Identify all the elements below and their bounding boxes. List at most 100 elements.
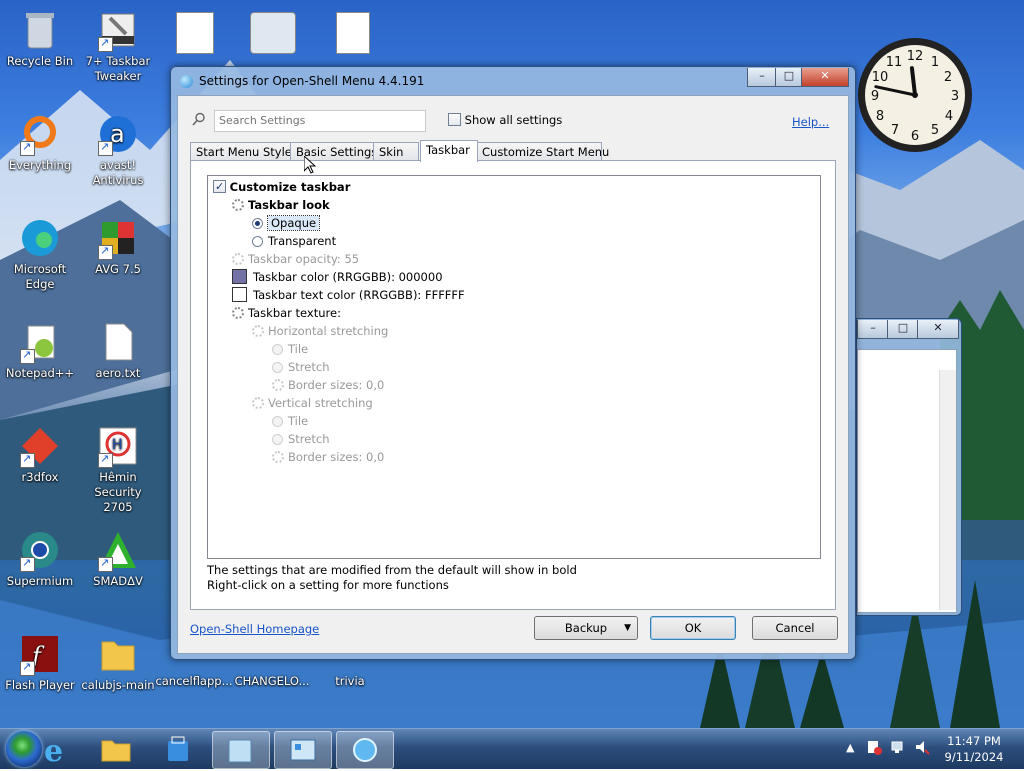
license-file-icon[interactable] <box>336 12 370 54</box>
tree-item-h-stretch[interactable]: Stretch <box>272 358 329 376</box>
radio-icon[interactable] <box>252 236 263 247</box>
desktop-icon-calubjs-main[interactable]: calubjs-main <box>78 632 158 693</box>
recycle-bin-icon <box>18 8 62 52</box>
radio-icon[interactable] <box>272 344 283 355</box>
tree-item-taskbar-texture[interactable]: Taskbar texture: <box>232 304 341 322</box>
settings-app-icon[interactable] <box>250 12 296 54</box>
desktop-icon-notepadpp[interactable]: Notepad++ <box>0 320 80 381</box>
search-input[interactable] <box>215 111 423 129</box>
desktop-icon-changelog[interactable]: CHANGELO... <box>232 674 312 689</box>
desktop-icon-label: Supermium <box>6 574 74 588</box>
bg-window-scrollbar[interactable] <box>939 370 956 610</box>
notepadpp-icon <box>18 320 62 364</box>
radio-icon[interactable] <box>272 416 283 427</box>
tree-item-opaque[interactable]: Opaque <box>252 214 321 232</box>
desktop-icon-label: calubjs-main <box>81 678 155 692</box>
radio-icon[interactable] <box>252 218 263 229</box>
taskbar-ie-button[interactable]: e <box>38 731 76 769</box>
desktop-icon-hemin[interactable]: H Hêmin Security 2705 <box>78 424 158 515</box>
tree-item-label: Border sizes: 0,0 <box>288 450 385 464</box>
taskbar-open-shell-button[interactable] <box>336 731 394 769</box>
close-button[interactable]: ✕ <box>801 68 849 87</box>
taskbar-settings-button[interactable] <box>274 731 332 769</box>
checkbox-icon[interactable] <box>213 178 226 196</box>
cancel-button[interactable]: Cancel <box>752 616 838 640</box>
minimize-button[interactable]: – <box>747 68 777 87</box>
tree-item-label: Transparent <box>268 234 337 248</box>
tree-item-vertical-stretching[interactable]: Vertical stretching <box>252 394 373 412</box>
tab-skin[interactable]: Skin <box>373 142 419 161</box>
taskbar-store-button[interactable] <box>150 731 206 767</box>
desktop-icon-edge[interactable]: Microsoft Edge <box>0 216 80 292</box>
tree-item-v-tile[interactable]: Tile <box>272 412 308 430</box>
backup-button[interactable]: Backup ▼ <box>534 616 638 640</box>
desktop-icon-label: Notepad++ <box>5 366 75 380</box>
search-box[interactable] <box>214 110 426 132</box>
network-icon[interactable] <box>890 739 906 758</box>
tab-customize-start-menu[interactable]: Customize Start Menu <box>476 142 609 161</box>
taskbar-clock[interactable]: 11:47 PM 9/11/2024 <box>934 733 1014 765</box>
desktop-icon-supermium[interactable]: Supermium <box>0 528 80 589</box>
action-center-icon[interactable] <box>866 739 882 758</box>
ok-button[interactable]: OK <box>650 616 736 640</box>
maximize-button[interactable]: □ <box>775 68 803 87</box>
tree-item-transparent[interactable]: Transparent <box>252 232 336 250</box>
tab-basic-settings[interactable]: Basic Settings <box>290 142 377 161</box>
start-button[interactable] <box>6 731 42 767</box>
tree-item-label: Tile <box>288 414 309 428</box>
desktop-icon-recycle-bin[interactable]: Recycle Bin <box>0 8 80 69</box>
bg-close-button[interactable]: ✕ <box>917 320 959 339</box>
tree-item-h-border-sizes[interactable]: Border sizes: 0,0 <box>272 376 384 394</box>
show-all-settings-checkbox[interactable]: Show all settings <box>448 113 562 127</box>
bg-maximize-button[interactable]: □ <box>887 320 919 339</box>
tree-item-label: Taskbar opacity: 55 <box>248 252 360 266</box>
tab-taskbar[interactable]: Taskbar <box>420 140 478 162</box>
desktop-icon-everything[interactable]: Everything <box>0 112 80 173</box>
tree-item-taskbar-look[interactable]: Taskbar look <box>232 196 330 214</box>
tree-item-taskbar-color[interactable]: Taskbar color (RRGGBB): 000000 <box>232 268 443 286</box>
desktop-icon-aero-txt[interactable]: aero.txt <box>78 320 158 381</box>
tree-item-customize-taskbar[interactable]: Customize taskbar <box>213 178 350 196</box>
smadav-icon <box>96 528 140 572</box>
tree-item-label: Customize taskbar <box>229 180 351 194</box>
desktop-icon-label: Hêmin Security 2705 <box>94 470 142 514</box>
tree-item-v-stretch[interactable]: Stretch <box>272 430 329 448</box>
taskbar-explorer-button[interactable] <box>88 731 144 767</box>
desktop-icon-flash-player[interactable]: f Flash Player <box>0 632 80 693</box>
flash-player-icon: f <box>18 632 62 676</box>
right-click-note: Right-click on a setting for more functi… <box>207 578 449 592</box>
gear-icon <box>232 199 244 211</box>
tree-item-horizontal-stretching[interactable]: Horizontal stretching <box>252 322 388 340</box>
desktop-icon-label: Everything <box>8 158 72 172</box>
help-link[interactable]: Help... <box>792 115 829 129</box>
title-bar[interactable]: Settings for Open-Shell Menu 4.4.191 – □… <box>171 67 855 95</box>
desktop-icon-r3dfox[interactable]: r3dfox <box>0 424 80 485</box>
desktop-icon-cancelflapp[interactable]: cancelflapp... <box>154 674 234 689</box>
gear-icon <box>272 379 284 391</box>
desktop-icon-taskbar-tweaker[interactable]: 7+ Taskbar Tweaker <box>78 8 158 84</box>
desktop-icon-avast[interactable]: a avast! Antivirus <box>78 112 158 188</box>
tree-item-taskbar-text-color[interactable]: Taskbar text color (RRGGBB): FFFFFF <box>232 286 465 304</box>
radio-icon[interactable] <box>272 434 283 445</box>
show-hidden-icons-chevron-icon[interactable]: ▲ <box>846 741 854 754</box>
settings-tree[interactable]: Customize taskbar Taskbar look Opaque Tr… <box>207 175 821 559</box>
background-window[interactable]: – □ ✕ <box>856 318 962 616</box>
svg-text:1: 1 <box>931 55 939 70</box>
show-all-label: Show all settings <box>464 113 563 127</box>
desktop-icon-trivia[interactable]: trivia <box>310 674 390 689</box>
tree-item-h-tile[interactable]: Tile <box>272 340 308 358</box>
volume-muted-icon[interactable] <box>914 739 930 758</box>
checkbox-icon[interactable] <box>448 113 461 126</box>
tree-item-v-border-sizes[interactable]: Border sizes: 0,0 <box>272 448 384 466</box>
desktop-icon-label: Recycle Bin <box>6 54 74 68</box>
bg-minimize-button[interactable]: – <box>857 320 889 339</box>
taskbar-notepad-button[interactable] <box>212 731 270 769</box>
homepage-link[interactable]: Open-Shell Homepage <box>190 622 319 636</box>
image-file-icon[interactable] <box>176 12 214 54</box>
tab-start-menu-style[interactable]: Start Menu Style <box>190 142 293 161</box>
radio-icon[interactable] <box>272 362 283 373</box>
desktop-icon-smadav[interactable]: SMADΔV <box>78 528 158 589</box>
desktop-icon-avg[interactable]: AVG 7.5 <box>78 216 158 277</box>
tree-item-taskbar-opacity[interactable]: Taskbar opacity: 55 <box>232 250 359 268</box>
dropdown-arrow-icon: ▼ <box>624 623 631 633</box>
